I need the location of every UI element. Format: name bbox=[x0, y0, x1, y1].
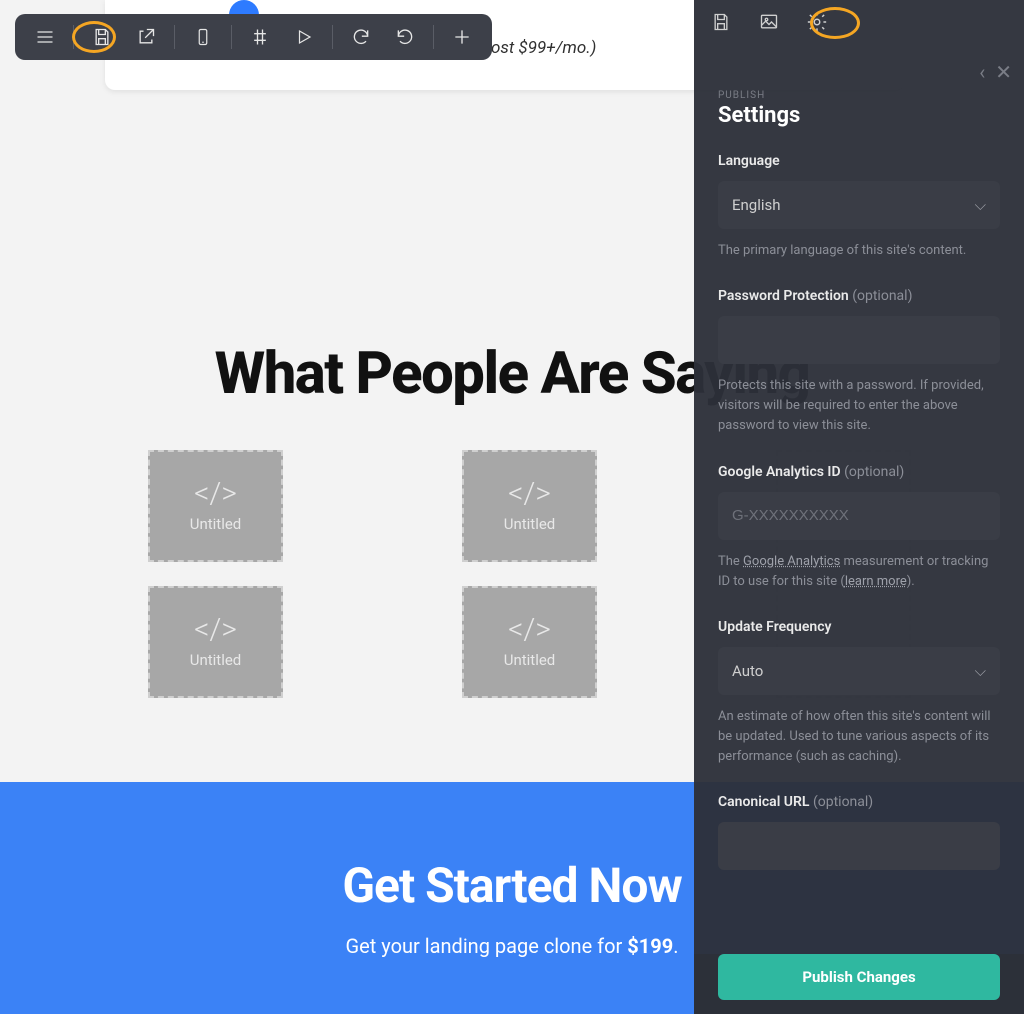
chevron-down-icon: ⌵ bbox=[975, 662, 986, 680]
embed-tile[interactable]: </> Untitled bbox=[462, 450, 597, 562]
hamburger-icon bbox=[35, 27, 55, 47]
publish-button[interactable]: Publish Changes bbox=[718, 954, 1000, 1000]
code-icon: </> bbox=[508, 615, 551, 645]
password-input[interactable] bbox=[718, 316, 1000, 364]
image-icon bbox=[758, 12, 780, 32]
grid-button[interactable] bbox=[238, 14, 282, 60]
frequency-value: Auto bbox=[732, 662, 763, 680]
tile-label: Untitled bbox=[504, 515, 556, 533]
panel-nav: ‹ ✕ bbox=[979, 60, 1012, 84]
field-ga: Google Analytics ID (optional) The Googl… bbox=[718, 461, 1000, 592]
panel-tabs bbox=[694, 0, 1024, 44]
separator bbox=[174, 25, 175, 49]
play-icon bbox=[295, 28, 313, 46]
tile-label: Untitled bbox=[190, 515, 242, 533]
label-password: Password Protection (optional) bbox=[718, 288, 912, 304]
open-external-button[interactable] bbox=[124, 14, 168, 60]
label-ga: Google Analytics ID (optional) bbox=[718, 464, 904, 480]
chevron-down-icon: ⌵ bbox=[975, 196, 986, 214]
panel-body[interactable]: Language English ⌵ The primary language … bbox=[694, 150, 1024, 942]
mobile-icon bbox=[194, 27, 212, 47]
embed-tile[interactable]: </> Untitled bbox=[148, 586, 283, 698]
panel-tab-save[interactable] bbox=[710, 11, 732, 33]
code-icon: </> bbox=[194, 479, 237, 509]
panel-tab-settings[interactable] bbox=[806, 11, 828, 33]
tile-label: Untitled bbox=[504, 651, 556, 669]
embed-tile[interactable]: </> Untitled bbox=[462, 586, 597, 698]
editor-toolbar bbox=[15, 14, 492, 60]
panel-back-button[interactable]: ‹ bbox=[979, 60, 985, 84]
panel-footer: Publish Changes bbox=[694, 954, 1024, 1014]
undo-icon bbox=[395, 27, 415, 47]
breadcrumb: PUBLISH bbox=[718, 90, 1000, 101]
save-button[interactable] bbox=[80, 14, 124, 60]
field-language: Language English ⌵ The primary language … bbox=[718, 150, 1000, 261]
panel-close-button[interactable]: ✕ bbox=[995, 60, 1012, 84]
redo-icon bbox=[351, 27, 371, 47]
separator bbox=[332, 25, 333, 49]
hint-language: The primary language of this site's cont… bbox=[718, 241, 1000, 261]
code-icon: </> bbox=[194, 615, 237, 645]
plus-icon bbox=[452, 27, 472, 47]
code-icon: </> bbox=[508, 479, 551, 509]
external-link-icon bbox=[136, 27, 156, 47]
label-language: Language bbox=[718, 153, 780, 169]
device-preview-button[interactable] bbox=[181, 14, 225, 60]
ga-input[interactable] bbox=[718, 492, 1000, 540]
hint-ga: The Google Analytics measurement or trac… bbox=[718, 552, 1000, 592]
add-button[interactable] bbox=[440, 14, 484, 60]
gear-icon bbox=[806, 11, 828, 33]
panel-header: PUBLISH Settings bbox=[694, 44, 1024, 128]
embed-tile[interactable]: </> Untitled bbox=[148, 450, 283, 562]
redo-button[interactable] bbox=[339, 14, 383, 60]
field-frequency: Update Frequency Auto ⌵ An estimate of h… bbox=[718, 616, 1000, 767]
hint-password: Protects this site with a password. If p… bbox=[718, 376, 1000, 436]
language-select[interactable]: English ⌵ bbox=[718, 181, 1000, 229]
ga-link[interactable]: Google Analytics bbox=[743, 554, 840, 569]
label-canonical: Canonical URL (optional) bbox=[718, 794, 873, 810]
settings-panel: ‹ ✕ PUBLISH Settings Language English ⌵ … bbox=[694, 0, 1024, 1014]
canonical-input[interactable] bbox=[718, 822, 1000, 870]
save-icon bbox=[92, 27, 112, 47]
save-icon bbox=[711, 12, 731, 32]
separator bbox=[433, 25, 434, 49]
field-password: Password Protection (optional) Protects … bbox=[718, 285, 1000, 436]
hint-frequency: An estimate of how often this site's con… bbox=[718, 707, 1000, 767]
separator bbox=[231, 25, 232, 49]
label-frequency: Update Frequency bbox=[718, 619, 831, 635]
hash-icon bbox=[250, 27, 270, 47]
panel-tab-image[interactable] bbox=[758, 11, 780, 33]
panel-title: Settings bbox=[718, 103, 1000, 128]
frequency-select[interactable]: Auto ⌵ bbox=[718, 647, 1000, 695]
learn-more-link[interactable]: learn more bbox=[845, 574, 907, 589]
play-button[interactable] bbox=[282, 14, 326, 60]
menu-button[interactable] bbox=[23, 14, 67, 60]
undo-button[interactable] bbox=[383, 14, 427, 60]
separator bbox=[73, 25, 74, 49]
tile-label: Untitled bbox=[190, 651, 242, 669]
language-value: English bbox=[732, 196, 781, 214]
field-canonical: Canonical URL (optional) bbox=[718, 791, 1000, 870]
